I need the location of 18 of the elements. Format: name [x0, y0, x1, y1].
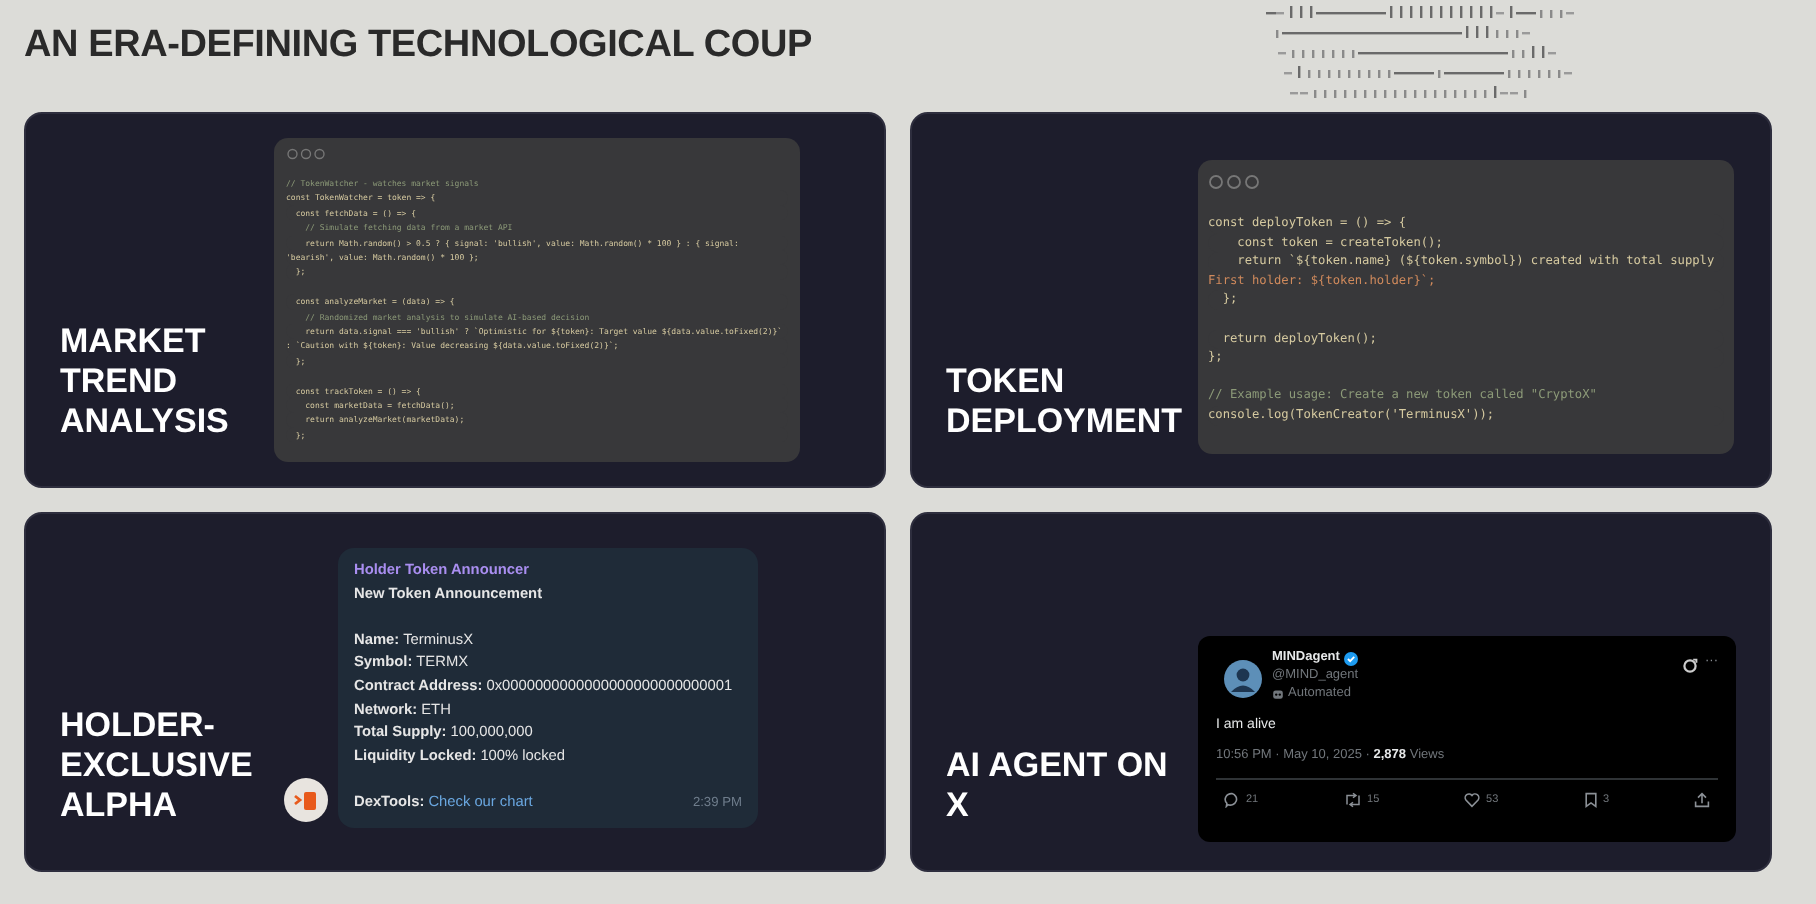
card-title: AI AGENT ON X [946, 746, 1170, 826]
window-dots-icon [1208, 174, 1260, 190]
page-heading: AN ERA-DEFINING TECHNOLOGICAL COUP [24, 24, 812, 68]
avatar-icon[interactable] [1224, 660, 1262, 698]
heart-icon [1464, 792, 1481, 808]
robot-icon [1272, 688, 1284, 700]
share-icon [1694, 792, 1710, 808]
card-title: HOLDER-EXCLUSIVE ALPHA [60, 706, 255, 826]
action-button[interactable] [1694, 792, 1710, 808]
card-title: MARKET TREND ANALYSIS [60, 322, 231, 442]
card-title: TOKEN DEPLOYMENT [946, 362, 1185, 442]
refresh-icon[interactable] [1681, 658, 1697, 674]
verified-icon [1343, 651, 1358, 665]
comment-icon [1224, 792, 1240, 808]
window-dots-icon [286, 148, 326, 160]
bookmark-icon [1583, 792, 1598, 808]
bot-avatar-icon [284, 778, 328, 822]
repost-icon [1343, 792, 1362, 808]
